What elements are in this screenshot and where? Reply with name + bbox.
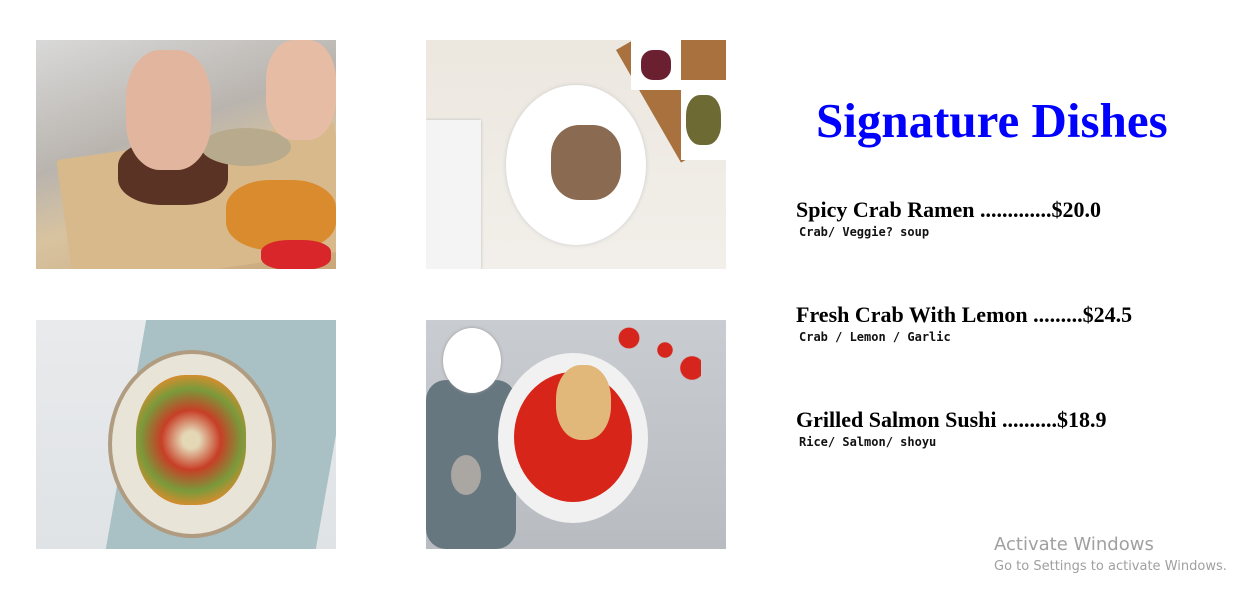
menu-item-name-price: Spicy Crab Ramen .............$20.0	[796, 197, 1101, 222]
plated-meat-photo	[426, 40, 726, 269]
menu-item-description: Rice/ Salmon/ shoyu	[799, 435, 937, 449]
watermark-title: Activate Windows	[994, 534, 1154, 555]
menu-item: Grilled Salmon Sushi ..........$18.9 Ric…	[796, 407, 1107, 449]
menu-item: Spicy Crab Ramen .............$20.0 Crab…	[796, 197, 1101, 239]
menu-item-name-price: Grilled Salmon Sushi ..........$18.9	[796, 407, 1107, 432]
activate-windows-watermark: Activate Windows Go to Settings to activ…	[994, 534, 1227, 574]
menu-item-name-price: Fresh Crab With Lemon .........$24.5	[796, 302, 1133, 327]
menu-item-description: Crab/ Veggie? soup	[799, 225, 930, 239]
greek-salad-photo	[36, 320, 336, 549]
menu-item: Fresh Crab With Lemon .........$24.5 Cra…	[796, 302, 1132, 344]
steak-photo	[36, 40, 336, 269]
watermark-subtitle: Go to Settings to activate Windows.	[994, 559, 1227, 574]
tomato-soup-photo	[426, 320, 726, 549]
menu-item-description: Crab / Lemon / Garlic	[799, 330, 951, 344]
page-title: Signature Dishes	[816, 93, 1168, 148]
